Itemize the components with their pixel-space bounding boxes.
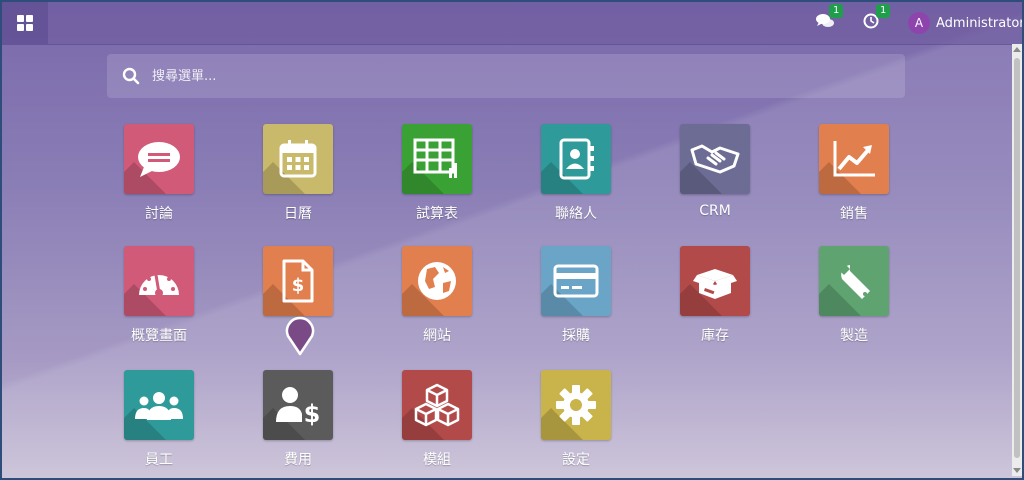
- app-tile: [819, 124, 889, 194]
- app-purchase[interactable]: 採購: [521, 246, 631, 345]
- address-book-icon: [559, 138, 594, 180]
- app-tile: $: [263, 246, 333, 316]
- spreadsheet-icon: [413, 138, 457, 178]
- app-label: 聯絡人: [555, 206, 597, 222]
- scroll-down-arrow-icon[interactable]: [1013, 468, 1021, 473]
- app-calendar[interactable]: 日曆: [243, 124, 353, 223]
- app-label: 概覽畫面: [131, 328, 187, 344]
- menu-search-bar: [107, 54, 905, 98]
- app-label: 設定: [562, 452, 590, 468]
- open-box-icon: [693, 269, 737, 299]
- messaging-menu[interactable]: 1: [816, 4, 844, 33]
- app-sales[interactable]: 銷售: [799, 124, 909, 223]
- app-tile: [402, 370, 472, 440]
- app-label: 採購: [562, 328, 590, 344]
- app-label: 製造: [840, 328, 868, 344]
- map-pin-icon: [285, 316, 315, 356]
- app-tile: [124, 246, 194, 316]
- home-menu-button[interactable]: [2, 2, 48, 44]
- app-label: CRM: [699, 203, 731, 219]
- messages-badge: 1: [829, 4, 844, 18]
- trending-up-icon: [833, 141, 875, 177]
- calendar-icon: [279, 140, 317, 178]
- app-label: 網站: [423, 328, 451, 344]
- app-label: 員工: [145, 452, 173, 468]
- app-dashboards[interactable]: 概覽畫面: [104, 246, 214, 345]
- app-tile: [541, 124, 611, 194]
- app-window: 1 1 A Administrator 搜尋選單... 討論 日曆 試算表 聯絡…: [0, 0, 1024, 480]
- app-label: 費用: [284, 452, 312, 468]
- app-employees[interactable]: 員工: [104, 370, 214, 469]
- wrench-icon: [838, 263, 870, 299]
- scroll-up-arrow-icon[interactable]: [1013, 47, 1021, 52]
- app-discuss[interactable]: 討論: [104, 124, 214, 223]
- app-website[interactable]: 網站: [382, 246, 492, 345]
- user-avatar: A: [908, 12, 930, 34]
- cubes-icon: [414, 383, 460, 427]
- app-invoicing[interactable]: $: [243, 246, 353, 325]
- gauge-icon: [139, 273, 179, 297]
- app-tile: [819, 246, 889, 316]
- globe-icon: [418, 262, 456, 300]
- app-manufacturing[interactable]: 製造: [799, 246, 909, 345]
- app-tile: [680, 246, 750, 316]
- app-label: 試算表: [416, 206, 458, 222]
- top-navbar: 1 1 A Administrator: [2, 2, 1022, 45]
- handshake-icon: [690, 144, 740, 174]
- app-tile: [541, 370, 611, 440]
- app-tile: [263, 124, 333, 194]
- svg-text:$: $: [292, 275, 305, 296]
- user-dollar-icon: $: [276, 387, 321, 426]
- app-tile: [402, 246, 472, 316]
- user-menu[interactable]: A Administrator: [908, 2, 1024, 44]
- app-label: 討論: [145, 206, 173, 222]
- app-expenses[interactable]: $ 費用: [243, 370, 353, 469]
- svg-text:$: $: [304, 400, 321, 426]
- credit-card-icon: [553, 264, 599, 298]
- app-tile: [402, 124, 472, 194]
- app-tile: [680, 124, 750, 194]
- gear-icon: [556, 385, 596, 425]
- app-spreadsheet[interactable]: 試算表: [382, 124, 492, 223]
- activities-menu[interactable]: 1: [863, 4, 891, 33]
- app-tile: $: [263, 370, 333, 440]
- vertical-scrollbar[interactable]: [1012, 44, 1022, 476]
- app-inventory[interactable]: 庫存: [660, 246, 770, 345]
- user-name: Administrator: [936, 15, 1024, 31]
- app-modules[interactable]: 模組: [382, 370, 492, 469]
- app-label: 庫存: [701, 328, 729, 344]
- activities-badge: 1: [876, 4, 891, 18]
- scroll-thumb[interactable]: [1014, 58, 1020, 458]
- app-tile: [541, 246, 611, 316]
- app-tile: [124, 124, 194, 194]
- app-crm[interactable]: CRM: [660, 124, 770, 219]
- app-grid-icon: [17, 15, 33, 31]
- menu-search-input[interactable]: [150, 67, 854, 85]
- invoice-icon: $: [282, 259, 314, 303]
- app-tile: [124, 370, 194, 440]
- app-label: 模組: [423, 452, 451, 468]
- app-label: 日曆: [284, 206, 312, 222]
- app-settings[interactable]: 設定: [521, 370, 631, 469]
- app-contacts[interactable]: 聯絡人: [521, 124, 631, 223]
- app-label: 銷售: [840, 206, 868, 222]
- users-icon: [135, 392, 183, 420]
- search-icon: [122, 67, 140, 85]
- chat-bubble-icon: [138, 142, 180, 177]
